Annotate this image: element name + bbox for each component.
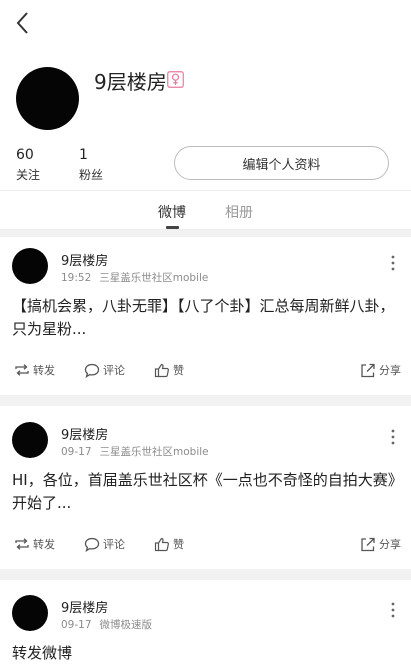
more-options-icon[interactable] <box>386 428 400 446</box>
post-source: 三星盖乐世社区mobile <box>99 272 209 284</box>
post-text[interactable]: 【搞机会累，八卦无罪】【八了个卦】汇总每周新鲜八卦，只为星粉... <box>12 295 400 341</box>
like-label: 赞 <box>173 364 184 377</box>
post-text[interactable]: 转发微博 <box>12 642 400 665</box>
thumbs-up-icon <box>154 363 169 377</box>
post-meta: 19:52 三星盖乐世社区mobile <box>61 270 208 285</box>
comment-icon <box>84 363 100 378</box>
divider <box>0 190 411 191</box>
post-time: 19:52 <box>61 272 92 284</box>
share-icon <box>361 363 375 377</box>
section-gap <box>0 569 411 580</box>
section-gap <box>0 395 411 406</box>
comment-button[interactable]: 评论 <box>84 362 125 378</box>
repost-icon <box>15 364 29 376</box>
share-button[interactable]: 分享 <box>360 362 401 378</box>
following-label[interactable]: 关注 <box>16 166 40 183</box>
female-icon <box>167 71 184 88</box>
post-time: 09-17 <box>61 446 92 458</box>
post-text[interactable]: HI，各位，首届盖乐世社区杯《一点也不奇怪的自拍大赛》开始了... <box>12 469 400 515</box>
comment-icon <box>84 537 100 552</box>
post-source: 三星盖乐世社区mobile <box>99 446 209 458</box>
post-author[interactable]: 9层楼房 <box>61 250 108 269</box>
back-chevron-icon[interactable] <box>12 10 34 36</box>
share-button[interactable]: 分享 <box>360 536 401 552</box>
comment-label: 评论 <box>103 538 125 551</box>
repost-button[interactable]: 转发 <box>14 362 55 378</box>
post-source: 微博极速版 <box>99 619 153 631</box>
post-author[interactable]: 9层楼房 <box>61 424 108 443</box>
like-label: 赞 <box>173 538 184 551</box>
more-options-icon[interactable] <box>386 601 400 619</box>
tab-album[interactable]: 相册 <box>225 202 253 222</box>
post-time: 09-17 <box>61 619 92 631</box>
share-icon <box>361 537 375 551</box>
edit-profile-button[interactable]: 编辑个人资料 <box>174 146 389 180</box>
repost-label: 转发 <box>33 364 55 377</box>
repost-icon <box>15 538 29 550</box>
like-button[interactable]: 赞 <box>154 536 184 552</box>
share-label: 分享 <box>379 538 401 551</box>
section-gap <box>0 230 411 237</box>
post-meta: 09-17 三星盖乐世社区mobile <box>61 444 209 459</box>
profile-avatar[interactable] <box>16 67 79 130</box>
repost-label: 转发 <box>33 538 55 551</box>
like-button[interactable]: 赞 <box>154 362 184 378</box>
tab-weibo[interactable]: 微博 <box>158 202 186 222</box>
thumbs-up-icon <box>154 537 169 551</box>
followers-label[interactable]: 粉丝 <box>79 166 103 183</box>
comment-button[interactable]: 评论 <box>84 536 125 552</box>
more-options-icon[interactable] <box>386 254 400 272</box>
post-avatar[interactable] <box>12 422 48 458</box>
repost-button[interactable]: 转发 <box>14 536 55 552</box>
share-label: 分享 <box>379 364 401 377</box>
followers-count[interactable]: 1 <box>79 147 88 163</box>
post-meta: 09-17 微博极速版 <box>61 617 152 632</box>
following-count[interactable]: 60 <box>16 147 34 163</box>
profile-name: 9层楼房 <box>94 70 167 94</box>
post-avatar[interactable] <box>12 595 48 631</box>
comment-label: 评论 <box>103 364 125 377</box>
post-avatar[interactable] <box>12 248 48 284</box>
post-author[interactable]: 9层楼房 <box>61 597 108 616</box>
